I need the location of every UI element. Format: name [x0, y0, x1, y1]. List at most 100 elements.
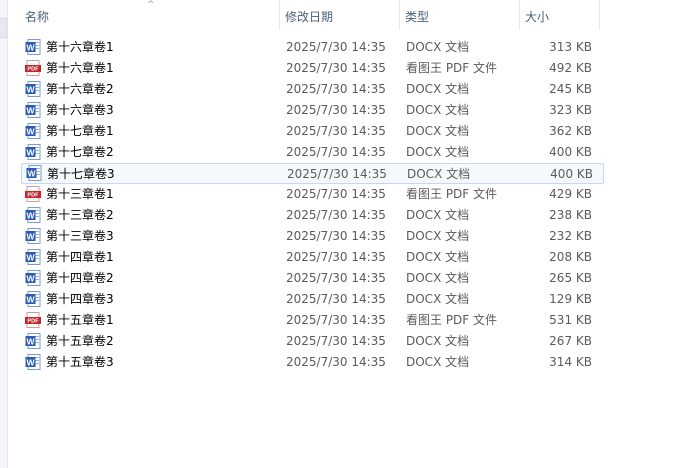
file-size: 232 KB: [549, 229, 592, 243]
column-header-size[interactable]: 大小: [520, 0, 600, 30]
column-header-bar: 名称 ^ 修改日期 类型 大小: [8, 0, 697, 30]
word-doc-icon: W: [26, 165, 42, 181]
file-size: 208 KB: [549, 250, 592, 264]
file-row[interactable]: W 第十三章卷2 2025/7/30 14:35 DOCX 文档 238 KB: [8, 205, 597, 226]
file-type: DOCX 文档: [406, 208, 470, 222]
sort-ascending-icon: ^: [147, 0, 155, 10]
file-name: 第十三章卷2: [46, 208, 114, 222]
column-header-size-label: 大小: [525, 10, 550, 24]
file-size: 531 KB: [549, 313, 592, 327]
word-doc-icon: W: [25, 228, 41, 244]
file-name: 第十三章卷1: [46, 187, 114, 201]
word-doc-icon: W: [25, 39, 41, 55]
file-row[interactable]: W 第十四章卷2 2025/7/30 14:35 DOCX 文档 265 KB: [8, 268, 597, 289]
file-modified-date: 2025/7/30 14:35: [286, 124, 386, 138]
file-type: DOCX 文档: [406, 124, 470, 138]
file-row[interactable]: W 第十六章卷3 2025/7/30 14:35 DOCX 文档 323 KB: [8, 100, 597, 121]
file-row[interactable]: W 第十七章卷3 2025/7/30 14:35 DOCX 文档 400 KB: [21, 163, 604, 184]
file-size: 129 KB: [549, 292, 592, 306]
file-name: 第十六章卷3: [46, 103, 114, 117]
pdf-file-icon: PDF: [25, 60, 41, 76]
file-modified-date: 2025/7/30 14:35: [286, 271, 386, 285]
svg-text:PDF: PDF: [27, 193, 39, 199]
file-modified-date: 2025/7/30 14:35: [286, 313, 386, 327]
svg-text:W: W: [26, 231, 35, 241]
file-size: 362 KB: [549, 124, 592, 138]
file-modified-date: 2025/7/30 14:35: [286, 82, 386, 96]
file-size: 265 KB: [549, 271, 592, 285]
column-header-date[interactable]: 修改日期: [280, 0, 400, 30]
column-header-type-label: 类型: [405, 10, 430, 24]
file-row[interactable]: W 第十三章卷3 2025/7/30 14:35 DOCX 文档 232 KB: [8, 226, 597, 247]
file-type: DOCX 文档: [406, 145, 470, 159]
file-size: 245 KB: [549, 82, 592, 96]
file-modified-date: 2025/7/30 14:35: [286, 103, 386, 117]
file-row[interactable]: W 第十四章卷3 2025/7/30 14:35 DOCX 文档 129 KB: [8, 289, 597, 310]
column-header-name-label: 名称: [25, 10, 50, 24]
word-doc-icon: W: [25, 144, 41, 160]
pdf-file-icon: PDF: [25, 186, 41, 202]
file-name: 第十五章卷2: [46, 334, 114, 348]
file-size: 492 KB: [549, 61, 592, 75]
svg-text:PDF: PDF: [27, 319, 39, 325]
file-type: DOCX 文档: [407, 167, 471, 181]
svg-text:W: W: [26, 294, 35, 304]
file-name: 第十四章卷2: [46, 271, 114, 285]
column-header-date-label: 修改日期: [285, 10, 334, 24]
word-doc-icon: W: [25, 81, 41, 97]
svg-text:W: W: [26, 210, 35, 220]
file-type: DOCX 文档: [406, 292, 470, 306]
file-row[interactable]: PDF 第十三章卷1 2025/7/30 14:35 看图王 PDF 文件 429 KB: [8, 184, 597, 205]
svg-text:W: W: [26, 252, 35, 262]
file-row[interactable]: W 第十五章卷3 2025/7/30 14:35 DOCX 文档 314 KB: [8, 352, 597, 373]
svg-text:W: W: [26, 105, 35, 115]
file-size: 238 KB: [549, 208, 592, 222]
file-modified-date: 2025/7/30 14:35: [286, 355, 386, 369]
word-doc-icon: W: [25, 333, 41, 349]
pane-resize-handle[interactable]: [0, 18, 7, 38]
file-type: DOCX 文档: [406, 271, 470, 285]
file-type: DOCX 文档: [406, 229, 470, 243]
file-type: DOCX 文档: [406, 40, 470, 54]
column-header-type[interactable]: 类型: [400, 0, 520, 30]
file-type: DOCX 文档: [406, 103, 470, 117]
svg-text:W: W: [26, 42, 35, 52]
file-type: DOCX 文档: [406, 250, 470, 264]
navigation-pane-edge[interactable]: [0, 0, 8, 468]
file-modified-date: 2025/7/30 14:35: [286, 334, 386, 348]
svg-text:W: W: [27, 168, 36, 178]
file-type: 看图王 PDF 文件: [406, 313, 498, 327]
word-doc-icon: W: [25, 207, 41, 223]
file-row[interactable]: W 第十六章卷1 2025/7/30 14:35 DOCX 文档 313 KB: [8, 37, 597, 58]
word-doc-icon: W: [25, 291, 41, 307]
file-size: 429 KB: [549, 187, 592, 201]
svg-text:PDF: PDF: [27, 67, 39, 73]
file-row[interactable]: W 第十七章卷2 2025/7/30 14:35 DOCX 文档 400 KB: [8, 142, 597, 163]
word-doc-icon: W: [25, 249, 41, 265]
svg-text:W: W: [26, 357, 35, 367]
file-modified-date: 2025/7/30 14:35: [286, 40, 386, 54]
file-row[interactable]: PDF 第十五章卷1 2025/7/30 14:35 看图王 PDF 文件 531 KB: [8, 310, 597, 331]
file-name: 第十五章卷1: [46, 313, 114, 327]
file-row[interactable]: PDF 第十六章卷1 2025/7/30 14:35 看图王 PDF 文件 492 KB: [8, 58, 597, 79]
file-modified-date: 2025/7/30 14:35: [286, 187, 386, 201]
file-size: 314 KB: [549, 355, 592, 369]
file-name: 第十五章卷3: [46, 355, 114, 369]
file-name: 第十六章卷2: [46, 82, 114, 96]
file-size: 323 KB: [549, 103, 592, 117]
file-name: 第十七章卷1: [46, 124, 114, 138]
file-size: 313 KB: [549, 40, 592, 54]
file-row[interactable]: W 第十四章卷1 2025/7/30 14:35 DOCX 文档 208 KB: [8, 247, 597, 268]
svg-text:W: W: [26, 126, 35, 136]
file-row[interactable]: W 第十七章卷1 2025/7/30 14:35 DOCX 文档 362 KB: [8, 121, 597, 142]
file-size: 400 KB: [550, 167, 593, 181]
word-doc-icon: W: [25, 270, 41, 286]
file-row[interactable]: W 第十五章卷2 2025/7/30 14:35 DOCX 文档 267 KB: [8, 331, 597, 352]
svg-text:W: W: [26, 84, 35, 94]
word-doc-icon: W: [25, 102, 41, 118]
file-type: 看图王 PDF 文件: [406, 61, 498, 75]
file-modified-date: 2025/7/30 14:35: [286, 145, 386, 159]
file-size: 267 KB: [549, 334, 592, 348]
file-row[interactable]: W 第十六章卷2 2025/7/30 14:35 DOCX 文档 245 KB: [8, 79, 597, 100]
file-type: DOCX 文档: [406, 334, 470, 348]
